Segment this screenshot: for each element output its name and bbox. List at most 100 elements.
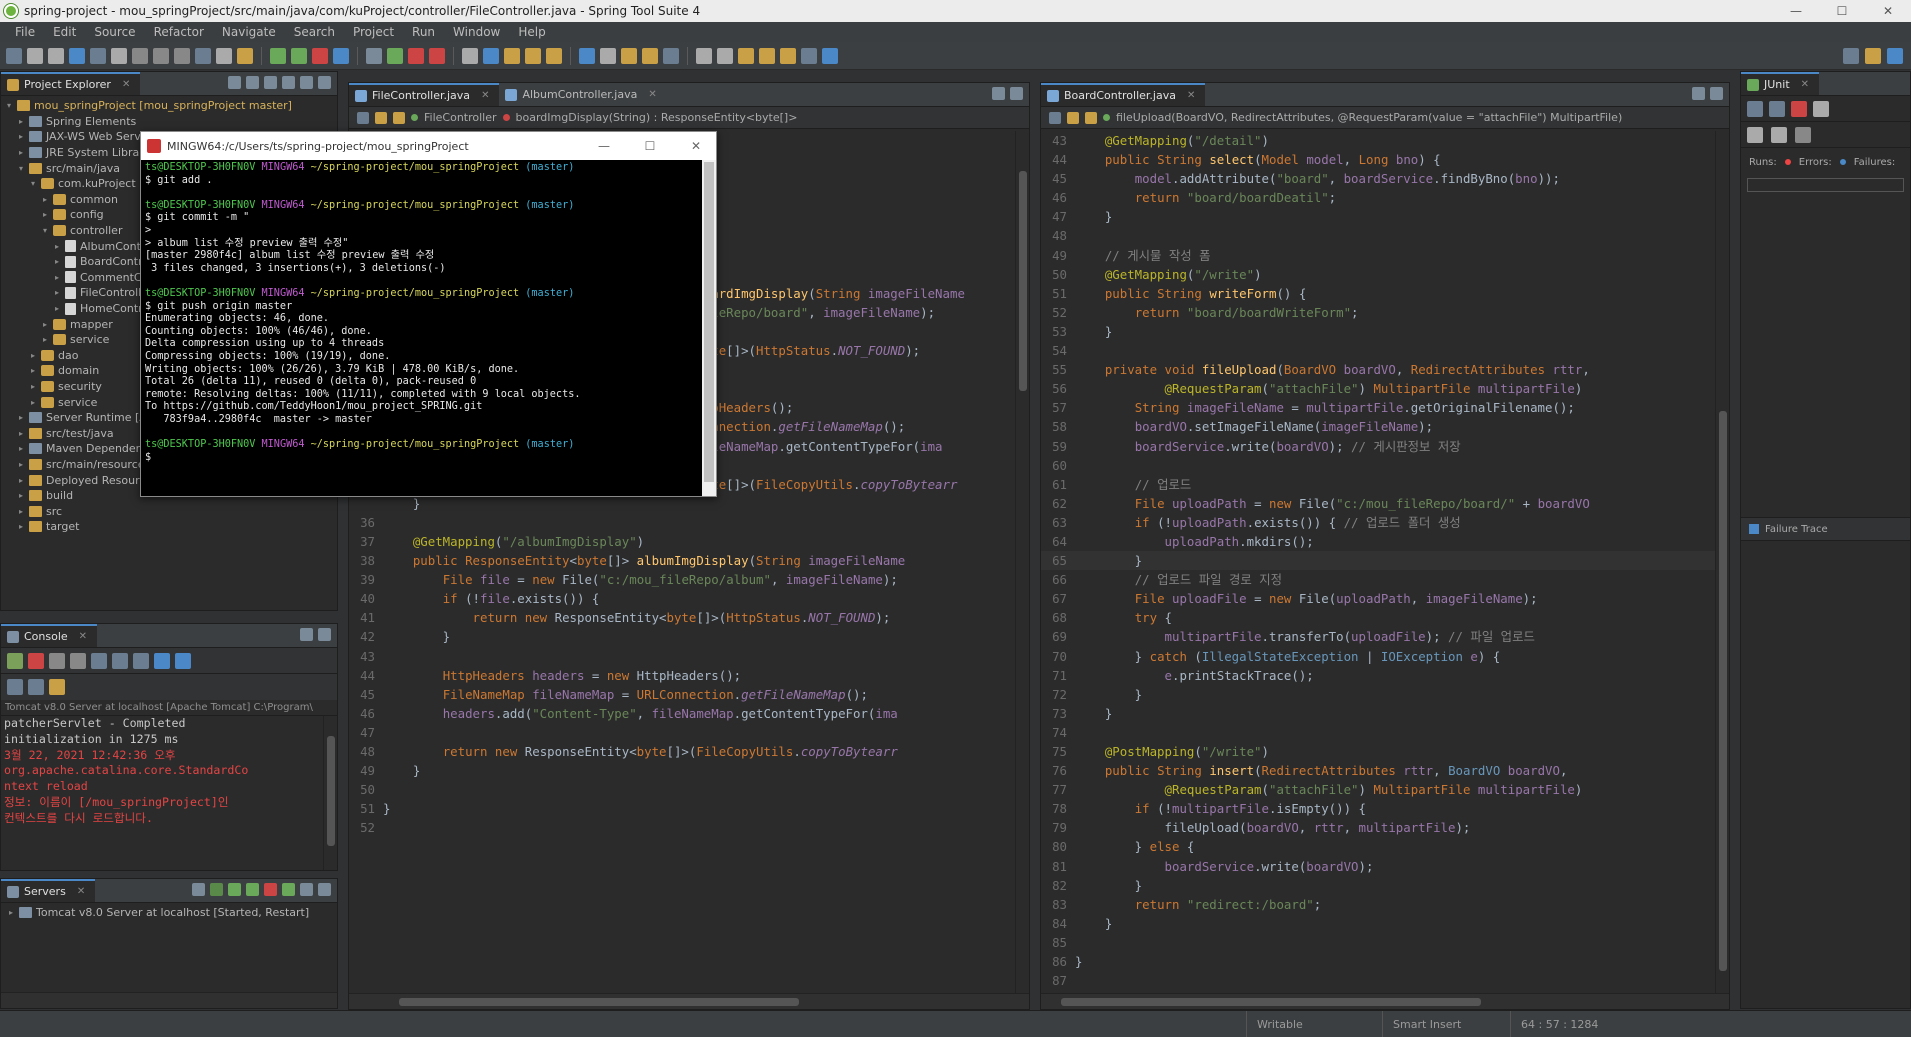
toolbar-action-icon[interactable]	[822, 47, 838, 64]
toolbar-action-icon[interactable]	[429, 47, 445, 64]
expand-toggle-icon[interactable]: ▸	[53, 242, 61, 251]
toolbar-action-icon[interactable]	[600, 47, 616, 64]
expand-toggle-icon[interactable]: ▸	[17, 476, 25, 485]
minimize-view-icon[interactable]	[1692, 87, 1705, 100]
toolbar-action-icon[interactable]	[48, 47, 64, 64]
toolbar-action-icon[interactable]	[111, 47, 127, 64]
menu-refactor[interactable]: Refactor	[145, 25, 213, 39]
menu-search[interactable]: Search	[285, 25, 344, 39]
toolbar-action-icon[interactable]	[801, 47, 817, 64]
maximize-view-icon[interactable]	[1710, 87, 1723, 100]
code-area-right[interactable]: 43 @GetMapping("/detail") 44 public Strin…	[1041, 131, 1715, 993]
expand-toggle-icon[interactable]: ▸	[29, 351, 37, 360]
toolbar-action-icon[interactable]	[696, 47, 712, 64]
toolbar-action-icon[interactable]	[504, 47, 520, 64]
toolbar-action-icon[interactable]	[6, 47, 22, 64]
breadcrumb-icon[interactable]	[1085, 111, 1097, 124]
tree-item[interactable]: ▸ src	[1, 503, 337, 519]
expand-toggle-icon[interactable]: ▸	[7, 908, 15, 917]
maximize-button[interactable]: ☐	[1819, 0, 1865, 22]
history-icon[interactable]	[1813, 100, 1829, 117]
expand-toggle-icon[interactable]: ▸	[17, 132, 25, 141]
expand-toggle-icon[interactable]: ▸	[53, 273, 61, 282]
close-icon[interactable]: ✕	[77, 886, 85, 897]
expand-toggle-icon[interactable]: ▸	[17, 444, 25, 453]
next-failure-icon[interactable]	[1747, 100, 1763, 117]
toolbar-action-icon[interactable]	[408, 47, 424, 64]
toolbar-action-icon[interactable]	[90, 47, 106, 64]
menu-help[interactable]: Help	[509, 25, 554, 39]
toolbar-action-icon[interactable]	[237, 47, 253, 64]
expand-toggle-icon[interactable]: ▸	[53, 288, 61, 297]
toolbar-action-icon[interactable]	[216, 47, 232, 64]
breadcrumb-icon[interactable]	[375, 111, 387, 124]
terminal-close-button[interactable]: ✕	[676, 139, 716, 153]
expand-toggle-icon[interactable]: ▸	[41, 320, 49, 329]
expand-toggle-icon[interactable]: ▾	[29, 179, 37, 188]
open-file-icon[interactable]	[49, 679, 65, 695]
terminate-icon[interactable]	[7, 652, 23, 669]
insert-mode-status[interactable]: Smart Insert	[1382, 1011, 1461, 1037]
toolbar-action-icon[interactable]	[132, 47, 148, 64]
menu-run[interactable]: Run	[403, 25, 444, 39]
toolbar-action-icon[interactable]	[483, 47, 499, 64]
stop-icon[interactable]	[28, 652, 44, 669]
previous-failure-icon[interactable]	[1769, 100, 1785, 117]
scrollbar-thumb[interactable]	[704, 162, 714, 482]
new-server-icon[interactable]	[192, 883, 205, 896]
editor-tab[interactable]: FileController.java ✕	[349, 83, 500, 106]
terminal-output[interactable]: ts@DESKTOP-3H0FN0V MINGW64 ~/spring-proj…	[141, 160, 702, 496]
toolbar-action-icon[interactable]	[195, 47, 211, 64]
close-icon[interactable]: ✕	[79, 631, 87, 642]
menu-project[interactable]: Project	[344, 25, 403, 39]
menu-file[interactable]: File	[6, 25, 44, 39]
tree-item[interactable]: ▸ target	[1, 519, 337, 535]
collapse-all-icon[interactable]	[228, 76, 241, 89]
close-icon[interactable]: ✕	[648, 89, 656, 100]
new-console-icon[interactable]	[28, 679, 44, 695]
link-with-editor-icon[interactable]	[246, 76, 259, 89]
expand-toggle-icon[interactable]: ▸	[41, 195, 49, 204]
tree-item[interactable]: ▸ Spring Elements	[1, 114, 337, 130]
minimize-view-icon[interactable]	[300, 628, 313, 641]
servers-hscrollbar[interactable]	[1, 992, 337, 1008]
display-selected-console-icon[interactable]	[7, 679, 23, 695]
close-icon[interactable]: ✕	[122, 79, 130, 90]
stop-run-icon[interactable]	[1795, 126, 1811, 143]
editor-tab[interactable]: BoardController.java ✕	[1041, 83, 1206, 106]
expand-toggle-icon[interactable]: ▾	[17, 164, 25, 173]
toolbar-action-icon[interactable]	[717, 47, 733, 64]
maximize-view-icon[interactable]	[318, 628, 331, 641]
close-icon[interactable]: ✕	[1801, 79, 1809, 90]
toolbar-action-icon[interactable]	[27, 47, 43, 64]
menu-navigate[interactable]: Navigate	[213, 25, 285, 39]
server-item[interactable]: ▸ Tomcat v8.0 Server at localhost [Starte…	[1, 905, 337, 921]
expand-toggle-icon[interactable]: ▸	[41, 335, 49, 344]
expand-toggle-icon[interactable]: ▸	[17, 491, 25, 500]
console-scrollbar[interactable]	[323, 716, 337, 870]
toolbar-action-icon[interactable]	[270, 47, 286, 64]
editor-tab[interactable]: AlbumController.java ✕	[499, 83, 666, 106]
expand-toggle-icon[interactable]: ▾	[5, 101, 13, 110]
editor-left-hscroll[interactable]	[349, 993, 1029, 1009]
expand-toggle-icon[interactable]: ▸	[29, 398, 37, 407]
editor-right-hscroll[interactable]	[1041, 993, 1729, 1009]
close-icon[interactable]: ✕	[481, 90, 489, 101]
perspective-icon[interactable]	[1843, 47, 1859, 64]
expand-toggle-icon[interactable]: ▸	[53, 257, 61, 266]
toolbar-action-icon[interactable]	[69, 47, 85, 64]
expand-toggle-icon[interactable]: ▾	[41, 226, 49, 235]
expand-toggle-icon[interactable]: ▸	[17, 507, 25, 516]
editor-right-vscroll[interactable]	[1715, 131, 1729, 993]
terminal-minimize-button[interactable]: —	[584, 139, 624, 153]
breadcrumb-icon[interactable]	[1067, 111, 1079, 124]
open-console-icon[interactable]	[175, 652, 191, 669]
expand-toggle-icon[interactable]: ▸	[17, 429, 25, 438]
scrollbar-thumb[interactable]	[399, 998, 799, 1006]
expand-toggle-icon[interactable]: ▸	[29, 382, 37, 391]
toolbar-action-icon[interactable]	[663, 47, 679, 64]
breadcrumb-icon[interactable]	[393, 111, 405, 124]
maximize-view-icon[interactable]	[318, 76, 331, 89]
menu-edit[interactable]: Edit	[44, 25, 85, 39]
git-bash-terminal[interactable]: MINGW64:/c/Users/ts/spring-project/mou_s…	[140, 131, 717, 497]
